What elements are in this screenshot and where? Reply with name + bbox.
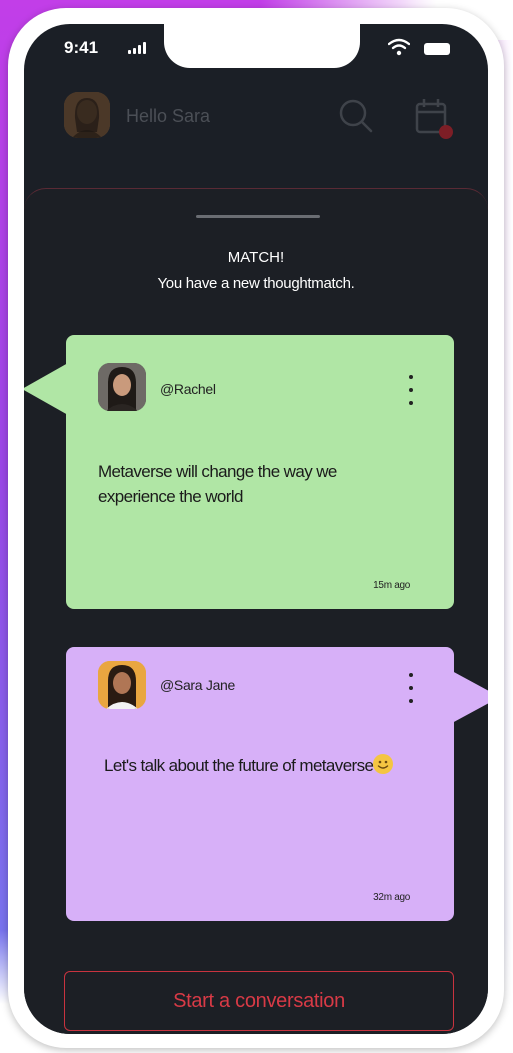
battery-icon bbox=[424, 43, 450, 55]
calendar-icon[interactable] bbox=[414, 96, 454, 140]
user-avatar-image bbox=[64, 92, 110, 138]
card-speech-tail bbox=[24, 363, 68, 415]
user-avatar[interactable] bbox=[64, 92, 110, 138]
card-handle[interactable]: @Sara Jane bbox=[160, 677, 235, 693]
greeting-text: Hello Sara bbox=[126, 106, 211, 126]
phone-screen: 9:41 Hello Sara MATCH! You have a new th… bbox=[24, 24, 488, 1034]
match-title: MATCH! bbox=[227, 249, 285, 266]
kebab-menu-icon[interactable] bbox=[408, 375, 414, 405]
card-timestamp: 15m ago bbox=[373, 580, 410, 591]
card-message-text: Let's talk about the future of metaverse bbox=[104, 756, 374, 775]
phone-notch bbox=[164, 24, 360, 68]
kebab-menu-icon[interactable] bbox=[408, 673, 414, 703]
status-time: 9:41 bbox=[64, 38, 99, 57]
app-header: Hello Sara bbox=[24, 84, 488, 164]
match-subtitle: You have a new thoughtmatch. bbox=[157, 275, 355, 292]
thought-card-rachel[interactable]: @Rachel Metaverse will change the way we… bbox=[24, 335, 454, 609]
phone-frame: 9:41 Hello Sara MATCH! You have a new th… bbox=[8, 8, 504, 1048]
card-handle[interactable]: @Rachel bbox=[160, 381, 216, 397]
wifi-icon bbox=[388, 38, 410, 56]
rachel-avatar-image bbox=[98, 363, 146, 411]
card-timestamp: 32m ago bbox=[373, 892, 410, 903]
sara-avatar-image bbox=[98, 661, 146, 709]
card-message: Let's talk about the future of metaverse bbox=[104, 753, 444, 778]
smile-emoji-icon bbox=[373, 754, 394, 774]
card-message: Metaverse will change the way we experie… bbox=[98, 462, 337, 506]
thought-card-sara[interactable]: @Sara Jane Let's talk about the future o… bbox=[66, 647, 488, 921]
avatar[interactable] bbox=[98, 363, 146, 411]
sheet-grabber[interactable] bbox=[196, 215, 320, 218]
card-speech-tail bbox=[452, 671, 488, 723]
signal-icon bbox=[128, 42, 146, 54]
avatar[interactable] bbox=[98, 661, 146, 709]
start-conversation-button[interactable]: Start a conversation bbox=[64, 971, 454, 1031]
search-icon[interactable] bbox=[338, 98, 374, 134]
match-bottom-sheet: MATCH! You have a new thoughtmatch. @Rac… bbox=[24, 188, 488, 1034]
